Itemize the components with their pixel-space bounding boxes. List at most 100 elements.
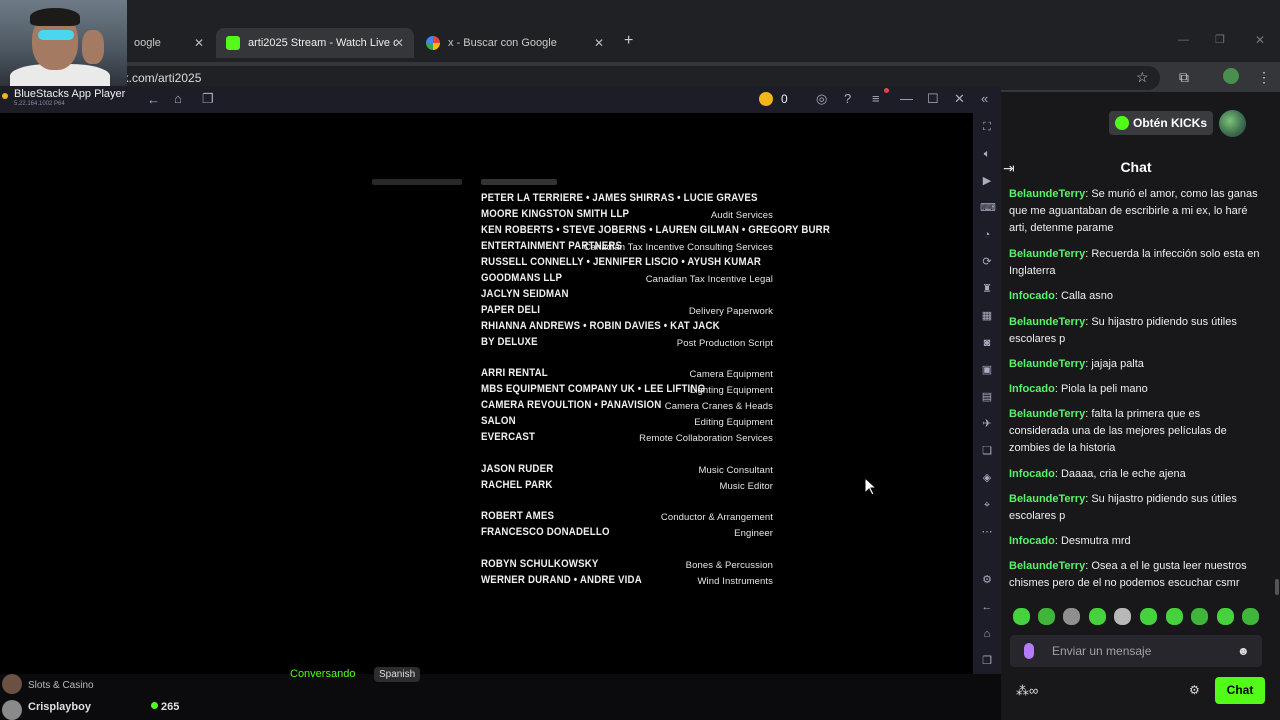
emote-icon[interactable]	[1089, 608, 1106, 625]
tab-kick-stream[interactable]: arti2025 Stream - Watch Live o ✕	[216, 28, 414, 58]
emote-icon[interactable]	[1242, 608, 1259, 625]
channel-avatar[interactable]	[2, 700, 22, 720]
chat-username[interactable]: BelaundeTerry	[1009, 408, 1085, 420]
rotate-icon[interactable]: ⟳	[980, 255, 994, 269]
eco-mode-icon[interactable]: ◈	[980, 471, 994, 485]
airplane-icon[interactable]: ✈	[980, 417, 994, 431]
emote-icon[interactable]	[1063, 608, 1080, 625]
webcam-overlay	[0, 0, 127, 86]
emote-icon[interactable]	[1013, 608, 1030, 625]
chat-username[interactable]: BelaundeTerry	[1009, 316, 1085, 328]
chat-text: : Desmutra mrd	[1054, 535, 1131, 547]
emote-icon[interactable]	[1166, 608, 1183, 625]
back-icon[interactable]: ←	[147, 93, 160, 107]
chat-message[interactable]: BelaundeTerry: Recuerda la infección sol…	[1009, 246, 1261, 280]
chat-message[interactable]: Infocado: Piola la peli mano	[1009, 381, 1261, 398]
close-window-icon[interactable]: ✕	[1255, 33, 1265, 47]
keyboard-icon[interactable]: ⌨	[980, 201, 996, 215]
chat-message[interactable]: BelaundeTerry: Su hijastro pidiendo sus …	[1009, 314, 1261, 348]
home-icon[interactable]: ⌂	[174, 92, 182, 106]
stream-category[interactable]: Slots & Casino	[28, 680, 94, 691]
screenshot-icon[interactable]: ◙	[980, 336, 994, 350]
bluestacks-version: 5.22.164.1002 P64	[14, 101, 65, 107]
chat-message[interactable]: BelaundeTerry: Su hijastro pidiendo sus …	[1009, 491, 1261, 525]
chat-message[interactable]: Infocado: Daaaa, cria le eche ajena	[1009, 466, 1261, 483]
maximize-window-icon[interactable]: ❐	[1215, 33, 1225, 46]
chat-message[interactable]: Infocado: Desmutra mrd	[1009, 533, 1261, 550]
location-icon[interactable]: ⌖	[980, 498, 994, 512]
chat-message[interactable]: BelaundeTerry: Osea a el le gusta leer n…	[1009, 558, 1261, 592]
microphone-icon[interactable]	[1024, 643, 1034, 659]
collapse-chat-icon[interactable]: ⇥	[1003, 160, 1015, 177]
more-icon[interactable]: ⋯	[980, 525, 994, 539]
channel-name[interactable]: Crisplayboy	[28, 701, 91, 713]
multi-instance-icon[interactable]: ❏	[980, 444, 994, 458]
emote-icon[interactable]	[1114, 608, 1131, 625]
gallery-icon[interactable]: ▤	[980, 390, 994, 404]
chat-message[interactable]: Infocado: Calla asno	[1009, 288, 1261, 305]
chrome-menu-icon[interactable]: ⋮	[1257, 69, 1271, 86]
kick-logo-icon	[1115, 116, 1129, 130]
minimize-icon[interactable]: —	[900, 92, 913, 106]
chat-username[interactable]: Infocado	[1009, 383, 1055, 395]
gamepad-icon[interactable]: ♜	[980, 282, 994, 296]
close-tab-icon[interactable]: ✕	[594, 36, 604, 50]
minimize-window-icon[interactable]: —	[1178, 34, 1189, 46]
close-tab-icon[interactable]: ✕	[394, 36, 404, 50]
tab-google-search[interactable]: x - Buscar con Google ✕	[416, 28, 614, 58]
credit-names: RUSSELL CONNELLY • JENNIFER LISCIO • AYU…	[481, 256, 762, 268]
menu-icon[interactable]: ≡	[872, 92, 880, 106]
profile-avatar[interactable]	[1223, 68, 1239, 84]
settings-icon[interactable]: ⚙	[980, 573, 994, 587]
emote-icon[interactable]	[1217, 608, 1234, 625]
record-icon[interactable]: ▣	[980, 363, 994, 377]
emote-icon[interactable]	[1038, 608, 1055, 625]
account-icon[interactable]: ◎	[816, 92, 827, 106]
help-icon[interactable]: ?	[844, 92, 851, 106]
collapse-sidebar-icon[interactable]: «	[981, 92, 988, 106]
new-tab-button[interactable]: +	[624, 32, 633, 50]
close-tab-icon[interactable]: ✕	[194, 36, 204, 50]
chat-username[interactable]: BelaundeTerry	[1009, 188, 1085, 200]
credit-names: BY DELUXE	[481, 336, 538, 348]
sidebar-home-icon[interactable]: ⌂	[980, 627, 994, 641]
chat-title: Chat	[1120, 159, 1152, 175]
chat-username[interactable]: Infocado	[1009, 468, 1055, 480]
chat-username[interactable]: Infocado	[1009, 290, 1055, 302]
chat-username[interactable]: Infocado	[1009, 535, 1055, 547]
emote-icon[interactable]	[1140, 608, 1157, 625]
emoji-icon[interactable]: ☻	[1237, 644, 1250, 658]
credit-names: WERNER DURAND • ANDRE VIDA	[481, 574, 642, 586]
tab-label: arti2025 Stream - Watch Live o	[248, 37, 396, 49]
chat-username[interactable]: BelaundeTerry	[1009, 248, 1085, 260]
user-avatar[interactable]	[1219, 110, 1246, 137]
sidebar-recents-icon[interactable]: ❐	[980, 654, 994, 668]
chat-scrollbar[interactable]	[1275, 579, 1279, 595]
chat-settings-icon[interactable]: ⚙	[1189, 683, 1200, 697]
chat-username[interactable]: BelaundeTerry	[1009, 358, 1085, 370]
close-icon[interactable]: ✕	[954, 92, 965, 106]
bookmark-star-icon[interactable]: ☆	[1136, 69, 1149, 86]
chat-message[interactable]: BelaundeTerry: falta la primera que es c…	[1009, 406, 1261, 457]
chat-username[interactable]: BelaundeTerry	[1009, 560, 1085, 572]
emote-icon[interactable]	[1191, 608, 1208, 625]
macro-icon[interactable]: ◔	[980, 228, 994, 242]
credit-role: Camera Cranes & Heads	[664, 401, 773, 412]
streamer-avatar[interactable]	[2, 674, 22, 694]
credit-names: CAMERA REVOULTION • PANAVISION	[481, 399, 662, 411]
send-chat-button[interactable]: Chat	[1215, 677, 1265, 704]
apk-icon[interactable]: ▦	[980, 309, 994, 323]
media-icon[interactable]: ▶	[980, 174, 994, 188]
chat-message[interactable]: BelaundeTerry: jajaja palta	[1009, 356, 1261, 373]
language-tag[interactable]: Spanish	[374, 667, 421, 682]
volume-icon[interactable]: 🔈︎	[980, 147, 994, 161]
reward-icon[interactable]: ⁂∞	[1016, 683, 1038, 699]
chat-message[interactable]: BelaundeTerry: Se murió el amor, como la…	[1009, 186, 1261, 237]
chat-username[interactable]: BelaundeTerry	[1009, 493, 1085, 505]
fullscreen-icon[interactable]: ⛶	[980, 120, 994, 134]
extensions-icon[interactable]: ⧉	[1179, 69, 1189, 86]
recent-apps-icon[interactable]: ❐	[202, 92, 214, 106]
maximize-icon[interactable]: ☐	[927, 92, 939, 106]
sidebar-back-icon[interactable]: ←	[980, 600, 994, 614]
chat-input-placeholder[interactable]: Enviar un mensaje	[1052, 644, 1151, 658]
